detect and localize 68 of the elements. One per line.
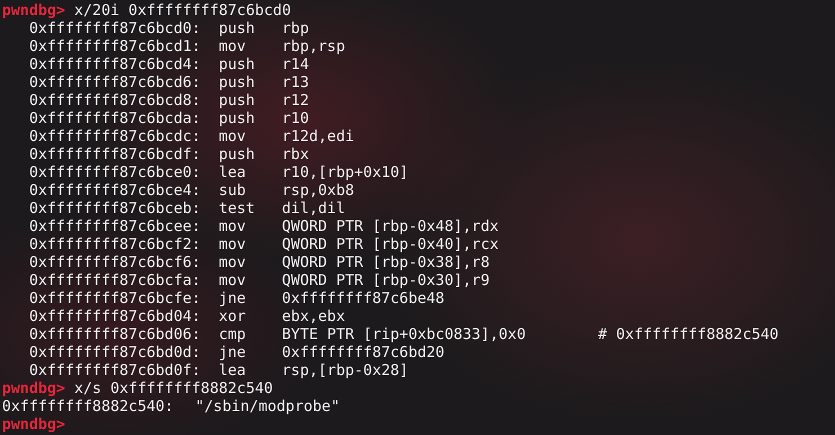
address-text: 0xffffffff87c6bcda:	[29, 109, 201, 127]
mnemonic-text: xor	[218, 307, 247, 325]
operand-text: 0xffffffff87c6bd20	[282, 343, 446, 361]
operand-text: rbp,rsp	[282, 37, 346, 55]
address-text: 0xffffffff87c6bd04:	[29, 307, 201, 325]
prompt-label: pwndbg>	[2, 379, 66, 397]
operand-text: r14	[282, 55, 310, 73]
operand-text: dil,dil	[282, 199, 346, 217]
mnemonic-text: push	[218, 19, 256, 37]
address-text: 0xffffffff87c6bce0:	[29, 163, 201, 181]
address-text: 0xffffffff87c6bcd0:	[29, 19, 201, 37]
address-text: 0xffffffff87c6bcfe:	[29, 289, 201, 307]
mnemonic-text: mov	[218, 127, 247, 145]
comment-text: # 0xffffffff8882c540	[598, 325, 779, 343]
operand-text: r10,[rbp+0x10]	[282, 163, 410, 181]
operand-text: BYTE PTR [rip+0xbc0833],0x0	[282, 325, 527, 343]
address-text: 0xffffffff87c6bd0f:	[29, 361, 201, 379]
address-text: 0xffffffff87c6bceb:	[29, 199, 201, 217]
mnemonic-text: cmp	[218, 325, 247, 343]
operand-text: r10	[282, 109, 310, 127]
mnemonic-text: test	[218, 199, 256, 217]
mnemonic-text: lea	[218, 361, 247, 379]
mnemonic-text: sub	[218, 181, 247, 199]
operand-text: rbp	[282, 19, 310, 37]
mnemonic-text: mov	[218, 37, 247, 55]
mnemonic-text: jne	[218, 289, 247, 307]
prompt-label: pwndbg>	[2, 415, 66, 433]
address-text: 0xffffffff87c6bce4:	[29, 181, 201, 199]
mnemonic-text: push	[218, 109, 256, 127]
address-text: 0xffffffff87c6bcee:	[29, 217, 201, 235]
mnemonic-text: mov	[218, 217, 247, 235]
mnemonic-text: mov	[218, 235, 247, 253]
command-text: x/s 0xffffffff8882c540	[74, 379, 273, 397]
address-text: 0xffffffff87c6bcf2:	[29, 235, 201, 253]
command-text: x/20i 0xffffffff87c6bcd0	[74, 1, 291, 19]
operand-text: rsp,0xb8	[282, 181, 356, 199]
operand-text: QWORD PTR [rbp-0x48],rdx	[282, 217, 500, 235]
mnemonic-text: push	[218, 91, 256, 109]
mnemonic-text: mov	[218, 253, 247, 271]
address-text: 0xffffffff87c6bcf6:	[29, 253, 201, 271]
mnemonic-text: lea	[218, 163, 247, 181]
operand-text: ebx,ebx	[282, 307, 346, 325]
operand-text: rsp,[rbp-0x28]	[282, 361, 410, 379]
operand-text: r13	[282, 73, 310, 91]
mnemonic-text: push	[218, 73, 256, 91]
prompt-label: pwndbg>	[2, 1, 66, 19]
address-text: 0xffffffff87c6bcd1:	[29, 37, 201, 55]
operand-text: r12d,edi	[282, 127, 356, 145]
mnemonic-text: jne	[218, 343, 247, 361]
address-text: 0xffffffff87c6bd0d:	[29, 343, 201, 361]
mnemonic-text: push	[218, 55, 256, 73]
string-value: "/sbin/modprobe"	[195, 397, 340, 415]
operand-text: QWORD PTR [rbp-0x30],r9	[282, 271, 491, 289]
mnemonic-text: mov	[218, 271, 247, 289]
address-text: 0xffffffff87c6bd06:	[29, 325, 201, 343]
memory-address: 0xffffffff8882c540:	[2, 397, 174, 415]
address-text: 0xffffffff87c6bcd4:	[29, 55, 201, 73]
mnemonic-text: push	[218, 145, 256, 163]
operand-text: r12	[282, 91, 310, 109]
operand-text: QWORD PTR [rbp-0x38],r8	[282, 253, 491, 271]
operand-text: QWORD PTR [rbp-0x40],rcx	[282, 235, 500, 253]
address-text: 0xffffffff87c6bcd6:	[29, 73, 201, 91]
operand-text: rbx	[282, 145, 310, 163]
operand-text: 0xffffffff87c6be48	[282, 289, 446, 307]
address-text: 0xffffffff87c6bcfa:	[29, 271, 201, 289]
address-text: 0xffffffff87c6bcd8:	[29, 91, 201, 109]
address-text: 0xffffffff87c6bcdf:	[29, 145, 201, 163]
address-text: 0xffffffff87c6bcdc:	[29, 127, 201, 145]
